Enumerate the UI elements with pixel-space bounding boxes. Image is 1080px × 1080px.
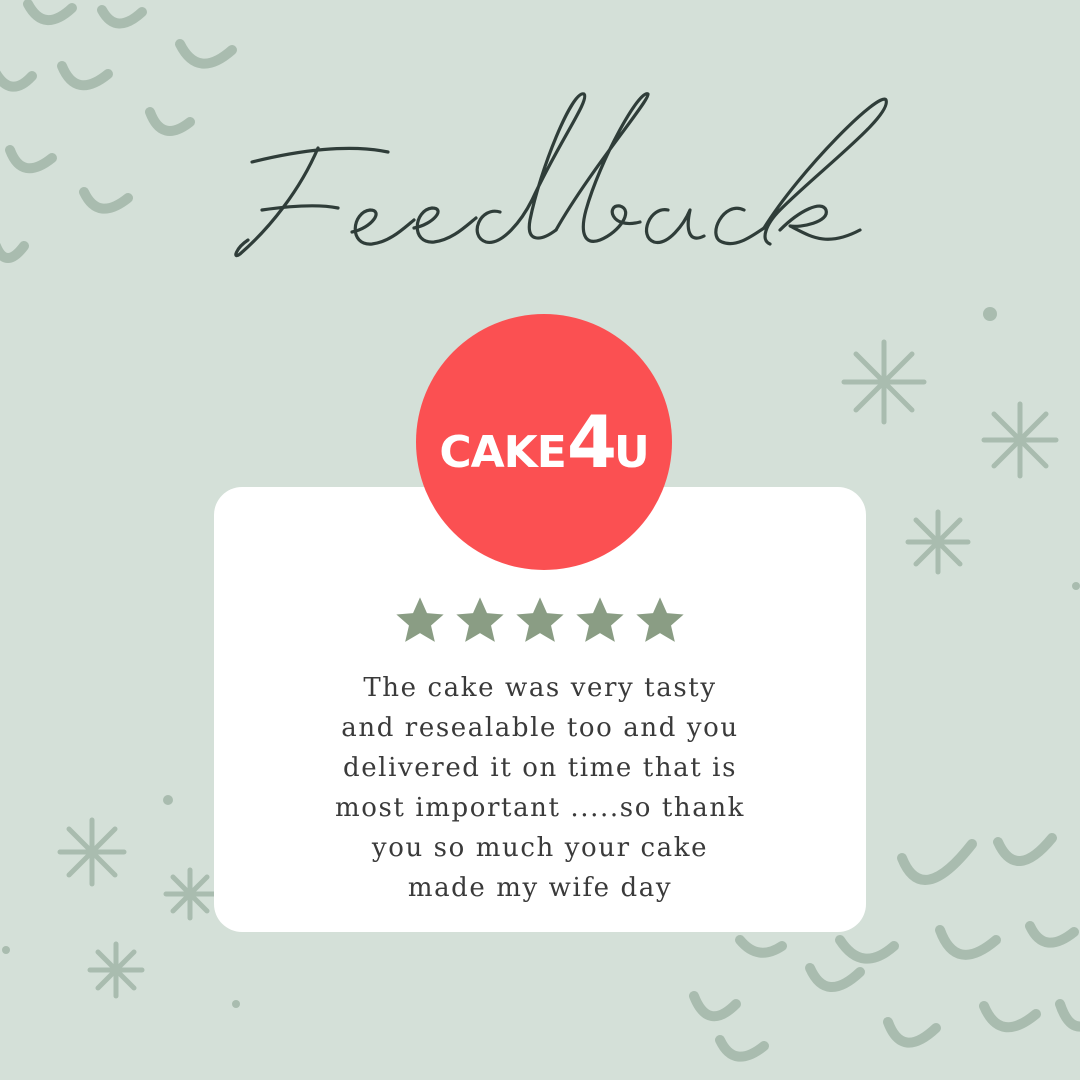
feedback-title-script (234, 92, 888, 258)
brand-prefix: CAKE (439, 427, 566, 478)
brand-logo: CAKE 4 U (416, 314, 672, 570)
brand-suffix: U (613, 427, 650, 478)
feedback-post: CAKE 4 U The cake was very tasty and res… (0, 0, 1080, 1080)
star-icon (456, 597, 504, 642)
star-icon (516, 597, 564, 642)
review-text: The cake was very tasty and resealable t… (334, 673, 746, 903)
star-icon (396, 597, 444, 642)
star-icon (576, 597, 624, 642)
brand-wordmark: CAKE 4 U (439, 400, 650, 484)
brand-four: 4 (566, 400, 617, 484)
star-icon (636, 597, 684, 642)
star-rating (0, 594, 1080, 648)
